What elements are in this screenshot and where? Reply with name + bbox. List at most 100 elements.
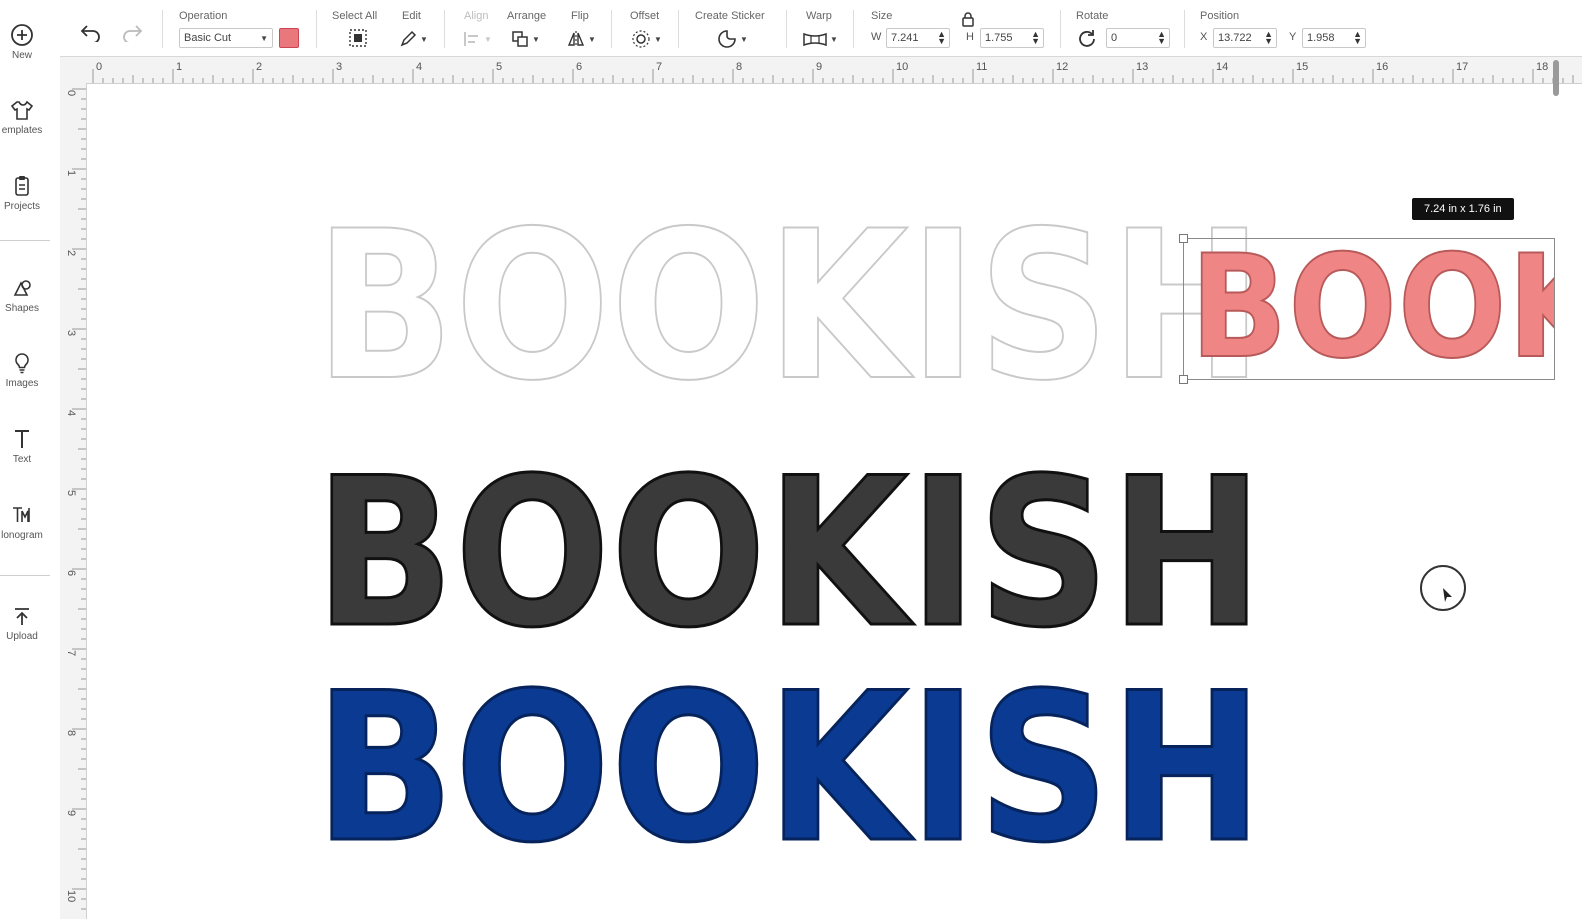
y-position-input[interactable]: 1.958 ▲ ▼ [1302, 28, 1366, 48]
sidebar-divider [0, 575, 50, 576]
height-input[interactable]: 1.755 ▲ ▼ [980, 28, 1044, 48]
align-button[interactable]: ▼ [462, 28, 492, 50]
sidebar-item-projects[interactable]: Projects [0, 173, 44, 212]
operation-color-swatch[interactable] [279, 28, 299, 48]
resize-handle[interactable] [1179, 375, 1188, 384]
lock-icon[interactable] [961, 11, 975, 27]
sidebar-item-upload[interactable]: Upload [0, 603, 44, 642]
y-axis-label: Y [1289, 31, 1297, 43]
bookish-black-text[interactable]: BOOKISH [314, 450, 1265, 658]
sidebar-item-images[interactable]: Images [0, 350, 44, 389]
height-axis-label: H [966, 31, 974, 43]
toolbar-separator [1060, 10, 1061, 48]
select-all-icon[interactable] [347, 27, 369, 49]
ruler-ticks: 0 1 2 3 4 5 6 7 8 9 10 11 12 13 14 15 16 17 18 [92, 61, 1574, 83]
width-input[interactable]: 7.241 ▲ ▼ [886, 28, 950, 48]
warp-button[interactable]: ▼ [802, 28, 838, 50]
toolbar-separator [316, 10, 317, 48]
x-position-value: 13.722 [1218, 32, 1252, 44]
ruler-number: 3 [336, 61, 342, 73]
operation-label: Operation [179, 10, 228, 22]
stepper-icon: ▲ ▼ [1353, 29, 1362, 46]
ruler-number: 10 [896, 61, 908, 73]
arrange-button[interactable]: ▼ [510, 28, 540, 50]
operation-select[interactable]: Basic Cut ▼ [179, 28, 273, 48]
ruler-number: 16 [1376, 61, 1388, 73]
chevron-down-icon: ▼ [420, 34, 428, 44]
sidebar-item-new[interactable]: New [0, 22, 44, 61]
ruler-number: 4 [416, 61, 422, 73]
toolbar-separator [786, 10, 787, 48]
position-label: Position [1200, 10, 1240, 22]
height-value: 1.755 [985, 32, 1013, 44]
arrange-label: Arrange [507, 10, 547, 22]
stepper-icon: ▲ ▼ [1157, 29, 1166, 46]
ruler-number: 6 [576, 61, 582, 73]
toolbar-separator [444, 10, 445, 48]
arrange-icon [512, 31, 528, 47]
ruler-number: 13 [1136, 61, 1148, 73]
stepper-icon: ▲ ▼ [1031, 29, 1040, 46]
top-toolbar: Operation Basic Cut ▼ Select All Edit ▼ … [60, 0, 1582, 57]
ruler-number: 0 [65, 90, 77, 96]
ruler-number: 1 [176, 61, 182, 73]
clipboard-icon [15, 176, 29, 196]
toolbar-separator [1184, 10, 1185, 48]
sidebar-divider [0, 240, 50, 241]
size-label: Size [871, 10, 893, 22]
sidebar-item-templates[interactable]: emplates [0, 97, 44, 136]
ruler-number: 5 [496, 61, 502, 73]
bookish-blue-text[interactable]: BOOKISH [314, 665, 1265, 873]
pencil-icon [400, 30, 417, 47]
ruler-number: 10 [65, 890, 77, 902]
undo-icon[interactable] [79, 22, 103, 42]
rotate-value: 0 [1111, 32, 1118, 44]
offset-label: Offset [630, 10, 660, 22]
create-sticker-button[interactable]: ▼ [716, 28, 748, 50]
ruler-number: 6 [65, 570, 77, 576]
ruler-number: 8 [65, 730, 77, 736]
toolbar-separator [162, 10, 163, 48]
operation-value: Basic Cut [184, 32, 232, 44]
align-icon [464, 32, 478, 46]
create-sticker-label: Create Sticker [695, 10, 765, 22]
rotate-input[interactable]: 0 ▲ ▼ [1106, 28, 1170, 48]
warp-icon [803, 32, 827, 47]
text-icon [15, 430, 29, 448]
ruler-number: 17 [1456, 61, 1468, 73]
ruler-number: 12 [1056, 61, 1068, 73]
ruler-number: 15 [1296, 61, 1308, 73]
toolbar-separator [853, 10, 854, 48]
upload-icon [15, 608, 29, 625]
chevron-down-icon: ▼ [654, 34, 662, 44]
vertical-scrollbar[interactable] [1553, 60, 1559, 96]
y-position-value: 1.958 [1307, 32, 1335, 44]
sidebar-item-shapes[interactable]: Shapes [0, 275, 44, 314]
resize-handle[interactable] [1179, 234, 1188, 243]
bookish-pink-text[interactable]: BOOKISH [1189, 239, 1554, 379]
rotate-icon[interactable] [1076, 28, 1098, 50]
ruler-number: 18 [1536, 61, 1548, 73]
sidebar-item-monogram[interactable]: lonogram [0, 502, 44, 541]
offset-button[interactable]: ▼ [630, 28, 662, 50]
stepper-icon: ▲ ▼ [1264, 29, 1273, 46]
x-position-input[interactable]: 13.722 ▲ ▼ [1213, 28, 1277, 48]
ruler-number: 14 [1216, 61, 1228, 73]
flip-label: Flip [571, 10, 589, 22]
horizontal-ruler: 0 1 2 3 4 5 6 7 8 9 10 11 12 13 14 15 16 17 18 [60, 57, 1582, 84]
x-axis-label: X [1200, 31, 1208, 43]
sidebar-item-label: lonogram [1, 530, 43, 541]
flip-button[interactable]: ▼ [566, 28, 596, 50]
pointer-arrow-icon [1443, 588, 1452, 602]
sidebar-item-text[interactable]: Text [0, 426, 44, 465]
edit-button[interactable]: ▼ [398, 28, 428, 50]
plus-circle-icon [11, 24, 33, 46]
vertical-ruler: 0 1 2 3 4 5 6 7 8 9 10 [60, 83, 87, 919]
select-all-label: Select All [332, 10, 378, 22]
tshirt-icon [10, 100, 34, 120]
redo-icon[interactable] [120, 22, 144, 42]
selection-bounding-box[interactable]: BOOKISH [1183, 238, 1555, 380]
chevron-down-icon: ▼ [484, 34, 492, 44]
bookish-outline-text[interactable]: BOOKISH [314, 204, 1264, 411]
warp-label: Warp [806, 10, 832, 22]
